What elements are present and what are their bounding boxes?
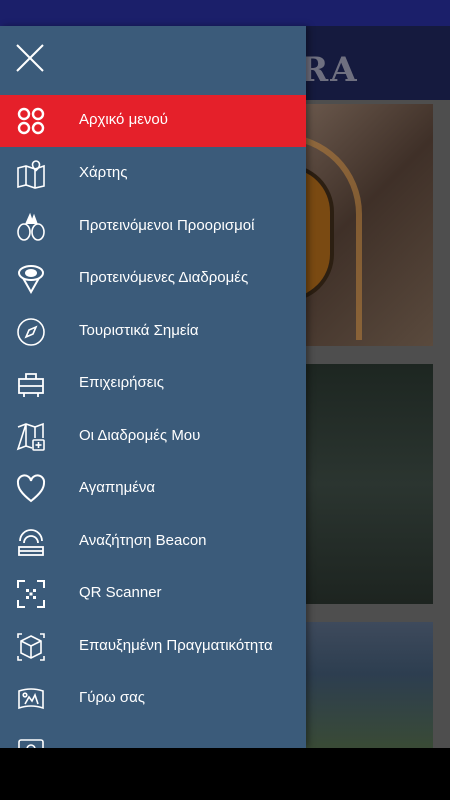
menu-item-destinations[interactable]: Προτεινόμενοι Προορισμοί xyxy=(0,201,306,253)
menu-item-beacon[interactable]: Αναζήτηση Beacon xyxy=(0,516,306,568)
compass-icon xyxy=(16,317,46,347)
destinations-icon xyxy=(16,212,46,242)
content-card-lake[interactable] xyxy=(296,622,433,748)
content-card-forest[interactable] xyxy=(296,364,433,604)
menu-item-augmented-reality[interactable]: Επαυξημένη Πραγματικότητα xyxy=(0,621,306,673)
business-icon xyxy=(16,369,46,399)
menu-item-routes[interactable]: Προτεινόμενες Διαδρομές xyxy=(0,253,306,305)
menu-item-label: Αναζήτηση Beacon xyxy=(79,532,207,549)
menu-item-label: Χάρτης xyxy=(79,164,128,181)
menu-item-home[interactable]: Αρχικό μενού xyxy=(0,95,306,147)
menu-item-label: Γύρω σας xyxy=(79,689,146,706)
map-icon xyxy=(16,159,46,189)
menu-item-around-you[interactable]: Γύρω σας xyxy=(0,673,306,725)
augmented-reality-icon xyxy=(16,632,46,662)
content-card-mosaic[interactable] xyxy=(296,104,433,346)
menu-item-label: Οι Διαδρομές Μου xyxy=(79,427,201,444)
menu-item-my-routes[interactable]: Οι Διαδρομές Μου xyxy=(0,411,306,463)
menu-item-label: Προτεινόμενες Διαδρομές xyxy=(79,269,249,286)
menu-item-label: Τουριστικά Σημεία xyxy=(79,322,199,339)
close-icon[interactable] xyxy=(12,40,48,76)
menu-item-tourist-points[interactable]: Τουριστικά Σημεία xyxy=(0,306,306,358)
app-title: RA xyxy=(300,50,359,90)
profile-icon xyxy=(16,737,46,748)
menu-item-label: Αρχικό μενού xyxy=(79,111,168,128)
beacon-icon xyxy=(16,527,46,557)
menu-item-map[interactable]: Χάρτης xyxy=(0,148,306,200)
menu-item-label: QR Scanner xyxy=(79,584,162,601)
grid-icon xyxy=(16,106,46,136)
routes-icon xyxy=(16,264,46,295)
status-bar xyxy=(0,0,450,26)
my-routes-icon xyxy=(16,422,46,452)
navigation-drawer: Αρχικό μενού Χάρτης Προτεινόμενοι Προορι… xyxy=(0,26,306,748)
menu-item-label: Επαυξημένη Πραγματικότητα xyxy=(79,637,273,654)
heart-icon xyxy=(16,474,46,504)
around-you-icon xyxy=(16,684,46,714)
menu-item-label: Αγαπημένα xyxy=(79,479,156,496)
menu-item-profile[interactable] xyxy=(0,726,306,748)
qr-scanner-icon xyxy=(16,579,46,609)
menu-item-label: Προτεινόμενοι Προορισμοί xyxy=(79,217,255,234)
menu-item-qr-scanner[interactable]: QR Scanner xyxy=(0,568,306,620)
menu-item-label: Επιχειρήσεις xyxy=(79,374,164,391)
navigation-bar xyxy=(0,748,450,800)
menu-item-favorites[interactable]: Αγαπημένα xyxy=(0,463,306,515)
menu-item-businesses[interactable]: Επιχειρήσεις xyxy=(0,358,306,410)
